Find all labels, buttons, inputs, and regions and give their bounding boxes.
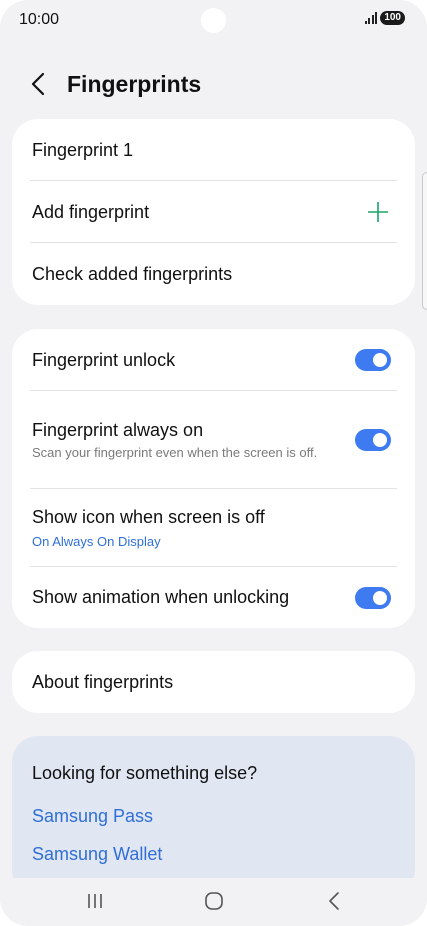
status-time: 10:00 (19, 11, 60, 28)
show-animation-when-unlocking-toggle[interactable] (355, 586, 391, 609)
back-icon (329, 892, 339, 910)
show-animation-when-unlocking-text: Show animation when unlocking (32, 587, 355, 608)
fingerprint-1-item[interactable]: Fingerprint 1 (12, 119, 415, 181)
fingerprint-1-label: Fingerprint 1 (32, 139, 134, 160)
suggestions-card: Looking for something else? Samsung Pass… (12, 736, 415, 896)
about-fingerprints-label: About fingerprints (32, 671, 174, 692)
show-icon-when-screen-off-value: On Always On Display (32, 533, 161, 549)
status-icons: 100 (364, 11, 405, 25)
fingerprint-always-on-toggle[interactable] (355, 429, 391, 451)
app-header: Fingerprints (0, 62, 427, 106)
toggle-knob (373, 353, 387, 367)
scrollbar-thumb[interactable] (422, 172, 427, 310)
home-icon (205, 892, 223, 910)
about-fingerprints-card[interactable]: About fingerprints (12, 651, 415, 713)
chevron-left-icon (31, 72, 45, 96)
fingerprint-unlock-item[interactable]: Fingerprint unlock (12, 329, 415, 391)
fingerprint-always-on-text: Fingerprint always on Scan your fingerpr… (32, 420, 355, 461)
add-fingerprint-label: Add fingerprint (32, 201, 150, 222)
suggestions-title: Looking for something else? (32, 763, 258, 783)
show-animation-when-unlocking-label: Show animation when unlocking (32, 587, 290, 607)
screen: 10:00 100 Fingerprints Fingerprint 1 Add… (0, 0, 427, 926)
plus-icon[interactable] (367, 201, 389, 223)
fingerprint-always-on-label: Fingerprint always on (32, 419, 204, 440)
camera-cutout (201, 8, 226, 33)
system-back-button[interactable] (319, 888, 349, 914)
toggle-knob (373, 433, 387, 447)
toggle-knob (373, 590, 387, 605)
fingerprints-card: Fingerprint 1 Add fingerprint Check adde… (12, 119, 415, 305)
samsung-wallet-link[interactable]: Samsung Wallet (32, 844, 162, 865)
samsung-pass-link[interactable]: Samsung Pass (32, 806, 153, 827)
fingerprint-unlock-label: Fingerprint unlock (32, 349, 176, 370)
add-fingerprint-item[interactable]: Add fingerprint (12, 181, 415, 243)
about-fingerprints-item[interactable]: About fingerprints (12, 651, 415, 713)
fingerprint-unlock-toggle[interactable] (355, 349, 391, 371)
show-icon-when-screen-off-item[interactable]: Show icon when screen is off On Always O… (12, 489, 415, 567)
back-button[interactable] (24, 70, 52, 98)
battery-badge: 100 (380, 11, 405, 25)
check-added-fingerprints-label: Check added fingerprints (32, 263, 233, 284)
show-icon-when-screen-off-label: Show icon when screen is off (32, 506, 265, 527)
fingerprint-always-on-description: Scan your fingerprint even when the scre… (32, 444, 318, 460)
check-added-fingerprints-item[interactable]: Check added fingerprints (12, 243, 415, 305)
recent-apps-button[interactable] (80, 888, 110, 914)
recent-apps-icon (88, 894, 102, 908)
status-bar: 10:00 100 (0, 0, 427, 40)
page-title: Fingerprints (67, 71, 202, 97)
home-button[interactable] (199, 888, 229, 914)
show-icon-when-screen-off-text: Show icon when screen is off On Always O… (32, 507, 395, 550)
show-animation-when-unlocking-item[interactable]: Show animation when unlocking (12, 567, 415, 628)
signal-icon (364, 12, 378, 24)
fingerprint-always-on-item[interactable]: Fingerprint always on Scan your fingerpr… (12, 391, 415, 489)
fingerprint-settings-card: Fingerprint unlock Fingerprint always on… (12, 329, 415, 628)
fingerprint-unlock-text: Fingerprint unlock (32, 350, 355, 371)
navigation-bar (0, 878, 427, 924)
